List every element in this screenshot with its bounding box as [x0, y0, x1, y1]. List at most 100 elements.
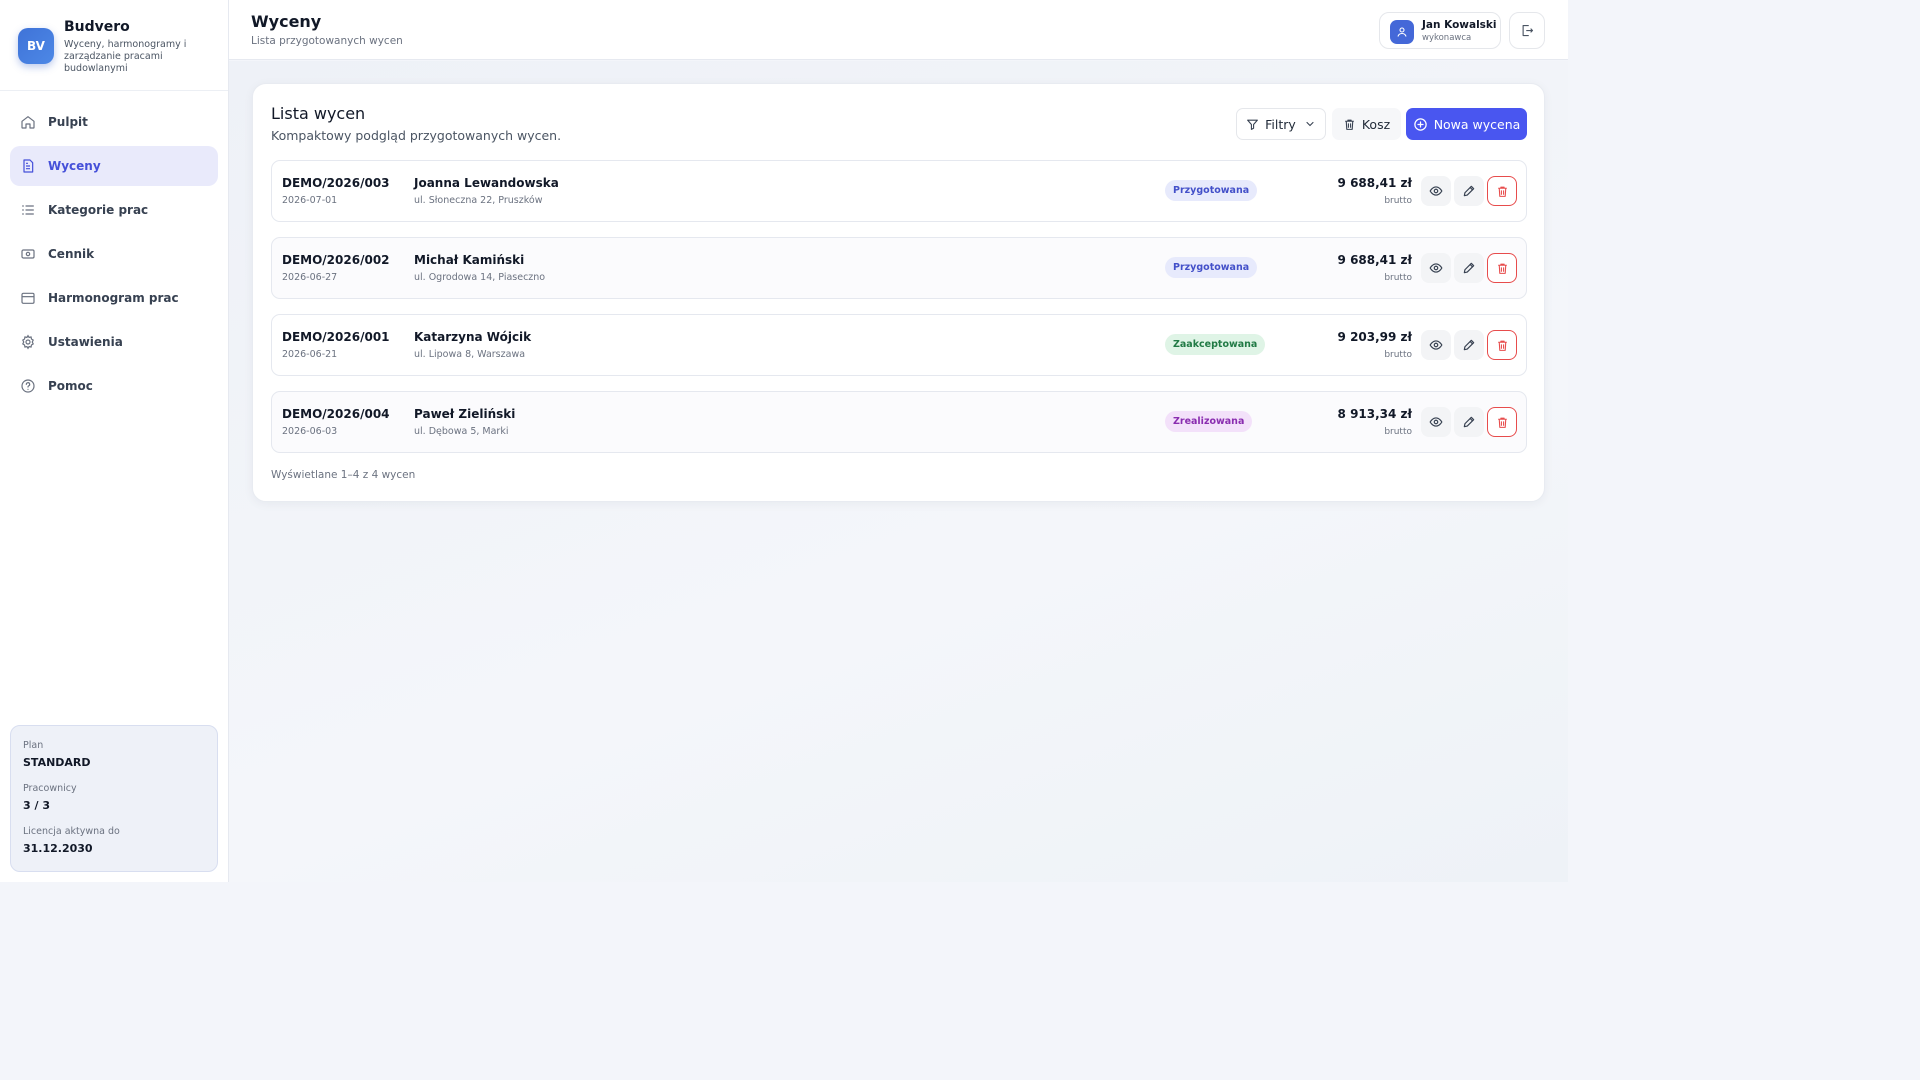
document-icon [23, 159, 34, 173]
quote-date: 2026-06-21 [282, 349, 338, 360]
top-bar: Wyceny Lista przygotowanych wycen Jan Ko… [229, 0, 1568, 60]
sidebar-item-label: Harmonogram prac [48, 291, 179, 305]
user-role: wykonawca [1422, 33, 1472, 43]
quote-address: ul. Słoneczna 22, Pruszków [414, 195, 543, 206]
status-badge: Przygotowana [1165, 180, 1258, 201]
quote-date: 2026-06-03 [282, 426, 338, 437]
view-button[interactable] [1421, 407, 1451, 437]
gear-icon [22, 334, 34, 350]
edit-button[interactable] [1454, 407, 1484, 437]
trash-icon [1497, 186, 1507, 197]
pencil-icon [1463, 185, 1475, 197]
brand-header: BV Budvero Wyceny, harmonogramy i zarząd… [0, 0, 228, 91]
quote-number: DEMO/2026/001 [282, 330, 390, 344]
calendar-icon [21, 292, 35, 304]
sidebar-item-label: Pulpit [48, 115, 88, 129]
trash-icon [1497, 417, 1507, 428]
sidebar-item-pulpit[interactable]: Pulpit [10, 102, 218, 142]
filter-button[interactable]: Filtry [1236, 108, 1326, 140]
sidebar: BV Budvero Wyceny, harmonogramy i zarząd… [0, 0, 229, 882]
quote-row[interactable]: DEMO/2026/004 2026-06-03 Paweł Zieliński… [271, 391, 1527, 453]
new-quote-label: Nowa wycena [1433, 116, 1521, 132]
pagination-info: Wyświetlane 1–4 z 4 wycen [271, 469, 416, 481]
eye-icon [1429, 417, 1443, 427]
sidebar-item-label: Wyceny [48, 159, 101, 173]
quotes-card: Lista wycen Kompaktowy podgląd przygotow… [252, 83, 1545, 502]
quote-client: Paweł Zieliński [414, 407, 516, 421]
plan-info-box: Plan STANDARD Pracownicy 3 / 3 Licencja … [10, 725, 218, 872]
logout-button[interactable] [1509, 12, 1545, 49]
edit-button[interactable] [1454, 330, 1484, 360]
status-badge: Przygotowana [1165, 257, 1258, 278]
trash-icon [1345, 119, 1354, 130]
sidebar-item-label: Cennik [48, 247, 95, 261]
trash-icon [1497, 263, 1507, 274]
eye-icon [1429, 340, 1443, 350]
sidebar-item-wyceny[interactable]: Wyceny [10, 146, 218, 186]
delete-button[interactable] [1487, 253, 1517, 283]
quote-number: DEMO/2026/004 [282, 407, 390, 421]
sidebar-item-label: Ustawienia [48, 335, 123, 349]
quote-number: DEMO/2026/002 [282, 253, 390, 267]
status-badge: Zrealizowana [1165, 411, 1253, 432]
eye-icon [1429, 263, 1443, 273]
quote-row[interactable]: DEMO/2026/003 2026-07-01 Joanna Lewandow… [271, 160, 1527, 222]
sidebar-item-ustawienia[interactable]: Ustawienia [10, 322, 218, 362]
trash-button[interactable]: Kosz [1332, 108, 1401, 140]
workers-value: 3 / 3 [23, 799, 50, 812]
quote-client: Michał Kamiński [414, 253, 525, 267]
plus-circle-icon [1413, 117, 1427, 131]
new-quote-button[interactable]: Nowa wycena [1406, 108, 1527, 140]
brand-logo[interactable]: BV [18, 28, 54, 64]
sidebar-nav: Pulpit Wyceny Kategorie prac Cennik Harm… [10, 102, 218, 410]
filter-label: Filtry [1265, 116, 1296, 132]
delete-button[interactable] [1487, 330, 1517, 360]
quote-row[interactable]: DEMO/2026/002 2026-06-27 Michał Kamiński… [271, 237, 1527, 299]
brand-name: Budvero [64, 19, 130, 35]
money-icon [21, 249, 35, 259]
quote-client: Katarzyna Wójcik [414, 330, 532, 344]
trash-label: Kosz [1361, 116, 1391, 132]
sidebar-item-pomoc[interactable]: Pomoc [10, 366, 218, 406]
sidebar-item-label: Kategorie prac [48, 203, 149, 217]
home-icon [21, 116, 35, 129]
quote-client: Joanna Lewandowska [414, 176, 559, 190]
list-icon [22, 205, 34, 215]
user-menu-button[interactable]: Jan Kowalski wykonawca [1379, 12, 1501, 49]
quote-amount: 9 203,99 zł [1337, 330, 1412, 344]
user-icon [1397, 27, 1407, 37]
quote-amount-note: brutto [1384, 196, 1412, 206]
quote-address: ul. Lipowa 8, Warszawa [414, 349, 526, 360]
license-label: Licencja aktywna do [23, 826, 120, 837]
logout-icon [1522, 24, 1533, 37]
sidebar-item-kategorie[interactable]: Kategorie prac [10, 190, 218, 230]
user-name: Jan Kowalski [1422, 19, 1497, 31]
quote-date: 2026-06-27 [282, 272, 338, 283]
sidebar-item-harmonogram[interactable]: Harmonogram prac [10, 278, 218, 318]
view-button[interactable] [1421, 253, 1451, 283]
quote-amount: 9 688,41 zł [1337, 176, 1412, 190]
avatar [1390, 20, 1414, 44]
delete-button[interactable] [1487, 407, 1517, 437]
workers-label: Pracownicy [23, 783, 77, 794]
quote-amount-note: brutto [1384, 427, 1412, 437]
plan-label: Plan [23, 740, 44, 751]
edit-button[interactable] [1454, 253, 1484, 283]
help-icon [21, 379, 35, 393]
license-value: 31.12.2030 [23, 842, 93, 855]
quote-date: 2026-07-01 [282, 195, 338, 206]
quote-address: ul. Ogrodowa 14, Piaseczno [414, 272, 546, 283]
delete-button[interactable] [1487, 176, 1517, 206]
edit-button[interactable] [1454, 176, 1484, 206]
quote-row[interactable]: DEMO/2026/001 2026-06-21 Katarzyna Wójci… [271, 314, 1527, 376]
plan-value: STANDARD [23, 756, 91, 769]
sidebar-item-cennik[interactable]: Cennik [10, 234, 218, 274]
view-button[interactable] [1421, 330, 1451, 360]
quote-amount: 8 913,34 zł [1337, 407, 1412, 421]
filter-icon [1247, 119, 1259, 130]
quote-amount: 9 688,41 zł [1337, 253, 1412, 267]
quote-address: ul. Dębowa 5, Marki [414, 426, 509, 437]
pencil-icon [1463, 416, 1475, 428]
view-button[interactable] [1421, 176, 1451, 206]
chevron-down-icon [1306, 121, 1314, 127]
